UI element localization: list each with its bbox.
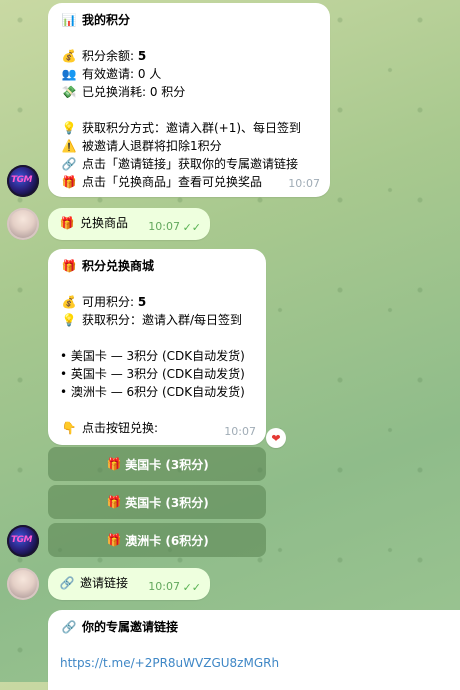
shop-info-row: 🎁 点击「兑换商品」查看可兑换奖品 (61, 175, 263, 189)
invite-title-row: 🔗 你的专属邀请链接 (60, 618, 448, 636)
user-message-text: 邀请链接 (80, 576, 129, 590)
points-title: 我的积分 (82, 13, 131, 27)
user-avatar[interactable] (7, 568, 39, 600)
gift-icon: 🎁 (106, 495, 122, 509)
redeem-uk-card-button[interactable]: 🎁 英国卡 (3积分) (48, 485, 266, 519)
invite-info-row: 🔗 点击「邀请链接」获取你的专属邀请链接 (61, 157, 299, 171)
invite-title: 你的专属邀请链接 (82, 620, 179, 634)
money-bag-icon: 💰 (61, 295, 77, 309)
user-message-redeem: 🎁 兑换商品 10:07 ✓✓ (48, 208, 210, 240)
money-wings-icon: 💸 (61, 85, 77, 99)
invite-link-message: 🔗 你的专属邀请链接 https://t.me/+2PR8uWVZGU8zMGRh (48, 610, 460, 690)
earn-info-row: 💡 获取积分方式：邀请入群(+1)、每日签到 (61, 121, 302, 135)
user-message-text: 兑换商品 (80, 216, 129, 230)
spent-row: 💸 已兑换消耗: 0 积分 (61, 85, 186, 99)
double-check-icon: ✓✓ (182, 581, 201, 594)
available-points-value: 5 (137, 295, 147, 309)
user-message-invite: 🔗 邀请链接 10:07 ✓✓ (48, 568, 210, 600)
gift-icon: 🎁 (59, 216, 75, 230)
shop-item-au: • 澳洲卡 — 6积分 (CDK自动发货) (60, 385, 245, 399)
earn-points-row: 💡 获取积分：邀请入群/每日签到 (61, 313, 243, 327)
shop-item-us: • 美国卡 — 3积分 (CDK自动发货) (60, 349, 245, 363)
chart-icon: 📊 (61, 13, 77, 27)
available-points-row: 💰 可用积分: 5 (61, 295, 147, 309)
redeem-us-card-button[interactable]: 🎁 美国卡 (3积分) (48, 447, 266, 481)
link-icon: 🔗 (61, 620, 77, 634)
points-title-row: 📊 我的积分 (60, 11, 318, 29)
gift-icon: 🎁 (106, 457, 122, 471)
heart-reaction-icon[interactable]: ❤ (266, 428, 286, 448)
redeem-au-card-button[interactable]: 🎁 澳洲卡 (6积分) (48, 523, 266, 557)
gift-icon: 🎁 (61, 175, 77, 189)
shop-title: 积分兑换商城 (82, 259, 155, 273)
user-avatar[interactable] (7, 208, 39, 240)
shop-message: 🎁 积分兑换商城 💰 可用积分: 5 💡 获取积分：邀请入群/每日签到 • 美国卡 —… (48, 249, 266, 445)
points-balance-row: 💰 积分余额: 5 (61, 49, 147, 63)
watermark: sosel.net (371, 652, 448, 672)
message-time: 10:07 (148, 220, 180, 233)
gift-icon: 🎁 (106, 533, 122, 547)
points-message: 📊 我的积分 💰 积分余额: 5 👥 有效邀请: 0 人 💸 已兑换消耗: 0 积分 💡… (48, 3, 330, 197)
points-balance-value: 5 (137, 49, 147, 63)
invite-link[interactable]: https://t.me/+2PR8uWVZGU8zMGRh (60, 656, 279, 670)
invites-row: 👥 有效邀请: 0 人 (61, 67, 162, 81)
shop-item-uk: • 英国卡 — 3积分 (CDK自动发货) (60, 367, 245, 381)
message-time: 10:07 (148, 580, 180, 593)
bot-avatar[interactable]: TGM (7, 525, 39, 557)
message-time: 10:07 (224, 425, 256, 438)
bot-avatar[interactable]: TGM (7, 165, 39, 197)
warning-icon: ⚠️ (61, 139, 77, 153)
message-time: 10:07 (288, 177, 320, 190)
money-bag-icon: 💰 (61, 49, 77, 63)
users-icon: 👥 (61, 67, 77, 81)
warning-row: ⚠️ 被邀请人退群将扣除1积分 (61, 139, 222, 153)
double-check-icon: ✓✓ (182, 221, 201, 234)
shop-title-row: 🎁 积分兑换商城 (60, 257, 254, 275)
link-icon: 🔗 (59, 576, 75, 590)
gift-icon: 🎁 (61, 259, 77, 273)
link-icon: 🔗 (61, 157, 77, 171)
bulb-icon: 💡 (61, 313, 77, 327)
pointing-down-icon: 👇 (61, 421, 77, 435)
bulb-icon: 💡 (61, 121, 77, 135)
